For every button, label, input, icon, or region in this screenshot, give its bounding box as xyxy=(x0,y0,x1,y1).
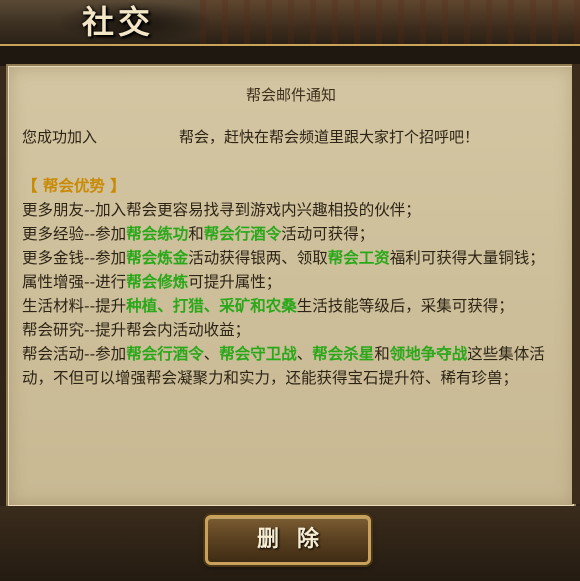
benefit-text: 活动可获得； xyxy=(281,225,375,243)
delete-button[interactable]: 删除 xyxy=(205,515,371,565)
intro-prefix: 您成功加入 xyxy=(22,128,98,146)
benefit-text: 更多金钱--参加 xyxy=(22,249,127,267)
social-window: 社交 帮会邮件通知 您成功加入 帮会，赶快在帮会频道里跟大家打个招呼吧！ 【 帮会… xyxy=(0,0,580,581)
highlighted-link-text[interactable]: 帮会杀星 xyxy=(312,345,374,363)
header-ornament xyxy=(200,0,580,44)
benefit-list: 更多朋友--加入帮会更容易找寻到游戏内兴趣相投的伙伴； 更多经验--参加帮会练功和… xyxy=(22,198,562,390)
highlighted-link-text[interactable]: 帮会练功 xyxy=(126,225,188,243)
highlighted-link-text[interactable]: 帮会守卫战 xyxy=(219,345,297,363)
benefit-text: 福利可获得大量铜钱； xyxy=(389,249,545,267)
benefit-text: 和 xyxy=(188,225,204,243)
benefit-text: 、 xyxy=(203,345,220,363)
mail-panel: 帮会邮件通知 您成功加入 帮会，赶快在帮会频道里跟大家打个招呼吧！ 【 帮会优势 … xyxy=(6,64,576,508)
benefit-text: 属性增强--进行 xyxy=(22,273,127,291)
highlighted-link-text[interactable]: 帮会修炼 xyxy=(126,273,188,291)
benefit-text: 更多经验--参加 xyxy=(22,225,127,243)
mail-body: 【 帮会优势 】 更多朋友--加入帮会更容易找寻到游戏内兴趣相投的伙伴； 更多经验… xyxy=(22,174,562,390)
highlighted-link-text[interactable]: 帮会行酒令 xyxy=(204,225,282,243)
highlighted-link-text[interactable]: 帮会行酒令 xyxy=(126,345,204,363)
benefit-text: 帮会活动--参加 xyxy=(22,345,127,363)
benefit-text: 生活材料--提升 xyxy=(22,297,127,315)
benefit-line: 属性增强--进行帮会修炼可提升属性； xyxy=(22,270,562,294)
benefit-text: 和 xyxy=(374,345,390,363)
benefit-line: 更多金钱--参加帮会炼金活动获得银两、领取帮会工资福利可获得大量铜钱； xyxy=(22,246,562,270)
benefit-text: 更多朋友--加入帮会更容易找寻到游戏内兴趣相投的伙伴； xyxy=(22,201,421,219)
benefit-line: 更多经验--参加帮会练功和帮会行酒令活动可获得； xyxy=(22,222,562,246)
benefit-line: 更多朋友--加入帮会更容易找寻到游戏内兴趣相投的伙伴； xyxy=(22,198,562,222)
benefit-text: 、 xyxy=(296,345,313,363)
highlighted-link-text[interactable]: 帮会工资 xyxy=(328,249,390,267)
benefit-text: 帮会研究--提升帮会内活动收益； xyxy=(22,321,251,339)
window-title: 社交 xyxy=(82,3,155,41)
intro-suffix: 帮会，赶快在帮会频道里跟大家打个招呼吧！ xyxy=(179,128,480,146)
benefit-line: 生活材料--提升种植、打猎、采矿和农桑生活技能等级后，采集可获得； xyxy=(22,294,562,318)
benefit-text: 活动获得银两、领取 xyxy=(188,249,328,267)
benefit-text: 生活技能等级后，采集可获得； xyxy=(296,297,514,315)
highlighted-link-text[interactable]: 领地争夺战 xyxy=(390,345,468,363)
window-header: 社交 xyxy=(0,0,580,46)
benefit-line: 帮会活动--参加帮会行酒令、帮会守卫战、帮会杀星和领地争夺战这些集体活动，不但可… xyxy=(22,342,562,390)
benefit-text: 可提升属性； xyxy=(188,273,282,291)
panel-edge xyxy=(572,64,580,504)
highlighted-link-text[interactable]: 帮会炼金 xyxy=(126,249,188,267)
header-band xyxy=(0,46,580,66)
mail-intro: 您成功加入 帮会，赶快在帮会频道里跟大家打个招呼吧！ xyxy=(22,126,479,147)
section-heading: 【 帮会优势 】 xyxy=(22,177,126,195)
benefit-line: 帮会研究--提升帮会内活动收益； xyxy=(22,318,562,342)
highlighted-link-text[interactable]: 种植、打猎、采矿和农桑 xyxy=(126,297,297,315)
mail-title: 帮会邮件通知 xyxy=(245,86,336,104)
